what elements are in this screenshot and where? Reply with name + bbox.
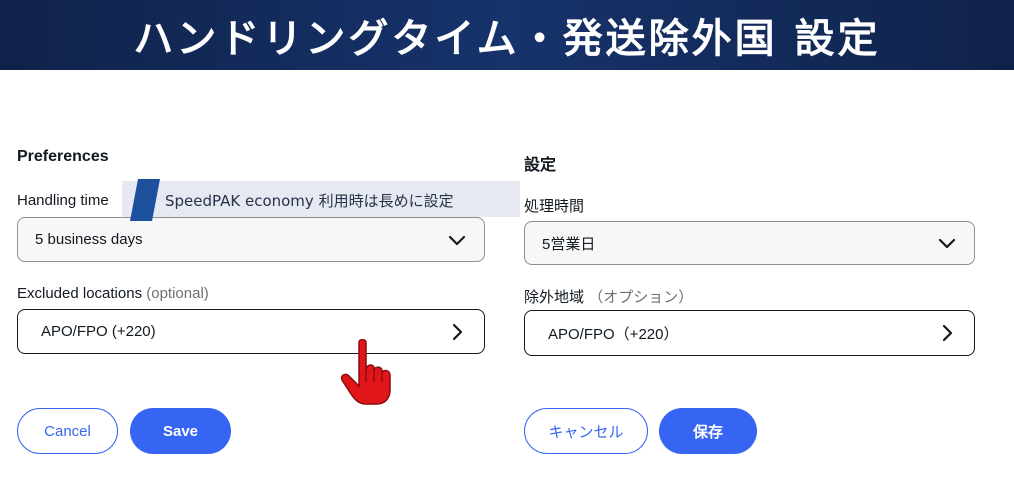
panel-heading-ja: 設定 [524, 157, 557, 174]
handling-time-label-ja: 処理時間 [524, 198, 585, 215]
optional-hint: (optional) [146, 285, 209, 302]
tooltip-text: SpeedPAK economy 利用時は長めに設定 [165, 192, 454, 210]
save-button[interactable]: Save [130, 408, 231, 454]
cancel-button[interactable]: Cancel [17, 408, 118, 454]
handling-time-value-ja: 5営業日 [542, 235, 596, 253]
panel-heading: Preferences [17, 148, 109, 165]
excluded-locations-value-ja: APO/FPO（+220） [548, 325, 679, 343]
excluded-locations-label-ja: 除外地域 （オプション） [524, 286, 693, 307]
optional-hint-ja: （オプション） [588, 289, 694, 306]
excluded-locations-field[interactable]: APO/FPO (+220) [17, 309, 485, 354]
chevron-down-icon [938, 238, 956, 249]
header-banner: ハンドリングタイム・発送除外国 設定 [0, 0, 1014, 70]
excluded-locations-text-ja: 除外地域 [524, 289, 585, 306]
handling-time-select[interactable]: 5 business days [17, 217, 485, 262]
banner-title: ハンドリングタイム・発送除外国 設定 [133, 16, 881, 62]
handling-time-label: Handling time [17, 192, 109, 209]
save-button-ja[interactable]: 保存 [659, 408, 757, 454]
handling-time-select-ja[interactable]: 5営業日 [524, 221, 975, 265]
excluded-locations-label: Excluded locations (optional) [17, 285, 209, 302]
chevron-right-icon [942, 324, 953, 342]
cancel-button-ja[interactable]: キャンセル [524, 408, 648, 454]
handling-time-value: 5 business days [35, 231, 143, 248]
excluded-locations-text: Excluded locations [17, 285, 143, 302]
pointer-hand-icon [340, 339, 391, 405]
chevron-right-icon [452, 323, 463, 340]
excluded-locations-value: APO/FPO (+220) [41, 323, 156, 340]
chevron-down-icon [448, 235, 466, 245]
speedpak-tooltip: SpeedPAK economy 利用時は長めに設定 [122, 179, 520, 221]
tooltip-marker [130, 179, 160, 221]
excluded-locations-field-ja[interactable]: APO/FPO（+220） [524, 310, 975, 356]
